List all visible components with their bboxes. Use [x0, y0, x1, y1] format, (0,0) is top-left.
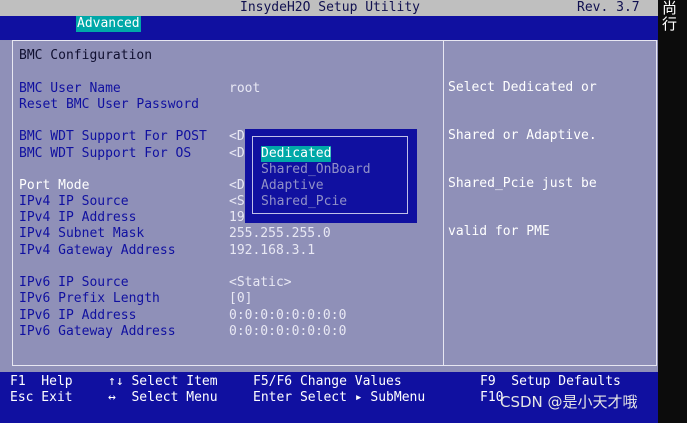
wdt-os-label[interactable]: BMC WDT Support For OS: [19, 146, 191, 162]
ipv6-prefix-length-value: [0]: [229, 291, 253, 306]
ipv4-ip-address-label[interactable]: IPv4 IP Address: [19, 210, 136, 226]
ipv4-subnet-mask-value: 255.255.255.0: [229, 226, 331, 241]
app-title: InsydeH2O Setup Utility: [240, 0, 421, 15]
help-line: valid for PME: [448, 224, 550, 239]
wdt-os-value: <D: [229, 146, 245, 161]
key-change-values: F5/F6 Change Values: [253, 374, 402, 389]
bmc-user-name-label[interactable]: BMC User Name: [19, 81, 121, 97]
ipv6-gateway-value: 0:0:0:0:0:0:0:0: [229, 324, 347, 339]
key-setup-defaults: F9 Setup Defaults: [480, 374, 621, 389]
ipv6-gateway-label[interactable]: IPv6 Gateway Address: [19, 324, 176, 340]
ipv6-ip-source-value: <Static>: [229, 275, 292, 290]
bmc-user-name-value: root: [229, 81, 261, 96]
port-mode-popup: Dedicated Shared_OnBoard Adaptive Shared…: [245, 129, 417, 223]
bios-screen: InsydeH2O Setup Utility Rev. 3.7 Advance…: [0, 0, 658, 423]
ipv4-ip-address-value: 19: [229, 210, 245, 225]
help-line: Shared_Pcie just be: [448, 176, 597, 191]
option-shared-onboard[interactable]: Shared_OnBoard: [261, 162, 371, 178]
section-title: BMC Configuration: [19, 48, 153, 63]
ipv4-gateway-value: 192.168.3.1: [229, 243, 316, 258]
revision-label: Rev. 3.7: [577, 0, 640, 15]
tab-advanced[interactable]: Advanced: [76, 16, 141, 32]
wdt-post-value: <D: [229, 129, 245, 144]
port-mode-value: <D: [229, 178, 245, 193]
title-bar: InsydeH2O Setup Utility Rev. 3.7: [0, 0, 658, 16]
ipv6-ip-address-label[interactable]: IPv6 IP Address: [19, 308, 136, 324]
ipv4-gateway-label[interactable]: IPv4 Gateway Address: [19, 243, 176, 259]
help-line: Shared or Adaptive.: [448, 128, 597, 143]
help-line: Select Dedicated or: [448, 80, 597, 95]
option-adaptive[interactable]: Adaptive: [261, 178, 324, 194]
ipv4-ip-source-label[interactable]: IPv4 IP Source: [19, 194, 129, 210]
key-esc-exit: Esc Exit: [10, 390, 73, 405]
reset-bmc-password-item[interactable]: Reset BMC User Password: [19, 97, 199, 113]
option-dedicated[interactable]: Dedicated: [261, 146, 332, 162]
ipv6-ip-address-value: 0:0:0:0:0:0:0:0: [229, 308, 347, 323]
ipv4-ip-source-value: <S: [229, 194, 245, 209]
port-mode-label[interactable]: Port Mode: [19, 178, 89, 194]
key-select-menu: ↔ Select Menu: [108, 390, 218, 405]
wdt-post-label[interactable]: BMC WDT Support For POST: [19, 129, 207, 145]
ipv6-ip-source-label[interactable]: IPv6 IP Source: [19, 275, 129, 291]
ipv6-prefix-length-label[interactable]: IPv6 Prefix Length: [19, 291, 160, 307]
side-overlay-text: 尚行: [662, 0, 678, 33]
key-select-item: ↑↓ Select Item: [108, 374, 218, 389]
key-enter-submenu: Enter Select ▸ SubMenu: [253, 390, 426, 405]
option-shared-pcie[interactable]: Shared_Pcie: [261, 194, 347, 210]
key-f1-help: F1 Help: [10, 374, 73, 389]
ipv4-subnet-mask-label[interactable]: IPv4 Subnet Mask: [19, 226, 144, 242]
csdn-watermark: CSDN @是小天才哦: [500, 393, 638, 411]
help-text: Select Dedicated or Shared or Adaptive. …: [448, 48, 654, 272]
